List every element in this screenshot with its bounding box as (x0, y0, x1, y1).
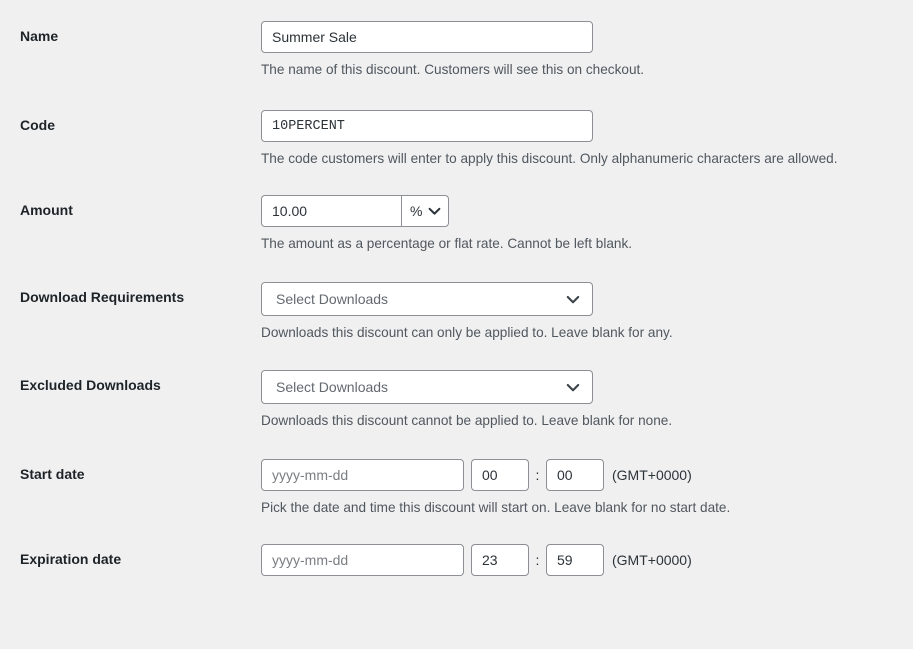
code-input[interactable] (261, 110, 593, 142)
label-cell-expiration-date: Expiration date (20, 544, 261, 570)
label-cell-download-requirements: Download Requirements (20, 282, 261, 308)
help-text-excluded-downloads: Downloads this discount cannot be applie… (261, 410, 881, 431)
form-row-name: Name The name of this discount. Customer… (0, 0, 913, 80)
field-label-excluded-downloads: Excluded Downloads (20, 377, 161, 393)
field-label-amount: Amount (20, 202, 73, 218)
download-requirements-select[interactable]: Select Downloads (261, 282, 593, 316)
form-row-start-date: Start date : (GMT+0000) Pick the date an… (0, 431, 913, 518)
expiration-date-minute-input[interactable] (546, 544, 604, 576)
amount-unit-select[interactable]: % (401, 195, 449, 227)
control-line-code (261, 110, 893, 142)
field-label-start-date: Start date (20, 466, 85, 482)
field-cell-amount: % The amount as a percentage or flat rat… (261, 195, 913, 254)
label-cell-code: Code (20, 110, 261, 136)
control-line-name (261, 21, 893, 53)
label-cell-excluded-downloads: Excluded Downloads (20, 370, 261, 396)
start-date-timezone-label: (GMT+0000) (612, 467, 692, 483)
name-input[interactable] (261, 21, 593, 53)
field-label-expiration-date: Expiration date (20, 551, 121, 567)
form-row-code: Code The code customers will enter to ap… (0, 80, 913, 169)
label-cell-start-date: Start date (20, 459, 261, 485)
label-cell-name: Name (20, 21, 261, 47)
help-text-download-requirements: Downloads this discount can only be appl… (261, 322, 881, 343)
expiration-date-hour-input[interactable] (471, 544, 529, 576)
start-date-input[interactable] (261, 459, 464, 491)
form-row-expiration-date: Expiration date : (GMT+0000) (0, 518, 913, 576)
field-cell-download-requirements: Select Downloads Downloads this discount… (261, 282, 913, 343)
control-line-start-date: : (GMT+0000) (261, 459, 893, 491)
amount-unit-value: % (410, 203, 422, 219)
field-label-download-requirements: Download Requirements (20, 289, 184, 305)
chevron-down-icon (428, 207, 441, 216)
control-line-download-requirements: Select Downloads (261, 282, 893, 316)
start-date-hour-input[interactable] (471, 459, 529, 491)
control-line-amount: % (261, 195, 893, 227)
control-line-expiration-date: : (GMT+0000) (261, 544, 893, 576)
start-date-time-separator: : (529, 467, 546, 483)
expiration-date-timezone-label: (GMT+0000) (612, 552, 692, 568)
help-text-code: The code customers will enter to apply t… (261, 148, 881, 169)
field-cell-code: The code customers will enter to apply t… (261, 110, 913, 169)
expiration-date-time-separator: : (529, 552, 546, 568)
help-text-start-date: Pick the date and time this discount wil… (261, 497, 881, 518)
field-label-code: Code (20, 117, 55, 133)
help-text-amount: The amount as a percentage or flat rate.… (261, 233, 881, 254)
help-text-name: The name of this discount. Customers wil… (261, 59, 881, 80)
field-label-name: Name (20, 28, 58, 44)
control-line-excluded-downloads: Select Downloads (261, 370, 893, 404)
form-row-amount: Amount % The amount as a percentage or f… (0, 169, 913, 254)
download-requirements-selected-value: Select Downloads (276, 291, 388, 307)
field-cell-excluded-downloads: Select Downloads Downloads this discount… (261, 370, 913, 431)
amount-input[interactable] (261, 195, 401, 227)
field-cell-name: The name of this discount. Customers wil… (261, 21, 913, 80)
start-date-minute-input[interactable] (546, 459, 604, 491)
chevron-down-icon (566, 295, 580, 305)
field-cell-expiration-date: : (GMT+0000) (261, 544, 913, 576)
label-cell-amount: Amount (20, 195, 261, 221)
form-row-download-requirements: Download Requirements Select Downloads D… (0, 254, 913, 343)
chevron-down-icon (566, 383, 580, 393)
excluded-downloads-select[interactable]: Select Downloads (261, 370, 593, 404)
discount-settings-form: Name The name of this discount. Customer… (0, 0, 913, 576)
expiration-date-input[interactable] (261, 544, 464, 576)
form-row-excluded-downloads: Excluded Downloads Select Downloads Down… (0, 343, 913, 431)
field-cell-start-date: : (GMT+0000) Pick the date and time this… (261, 459, 913, 518)
excluded-downloads-selected-value: Select Downloads (276, 379, 388, 395)
